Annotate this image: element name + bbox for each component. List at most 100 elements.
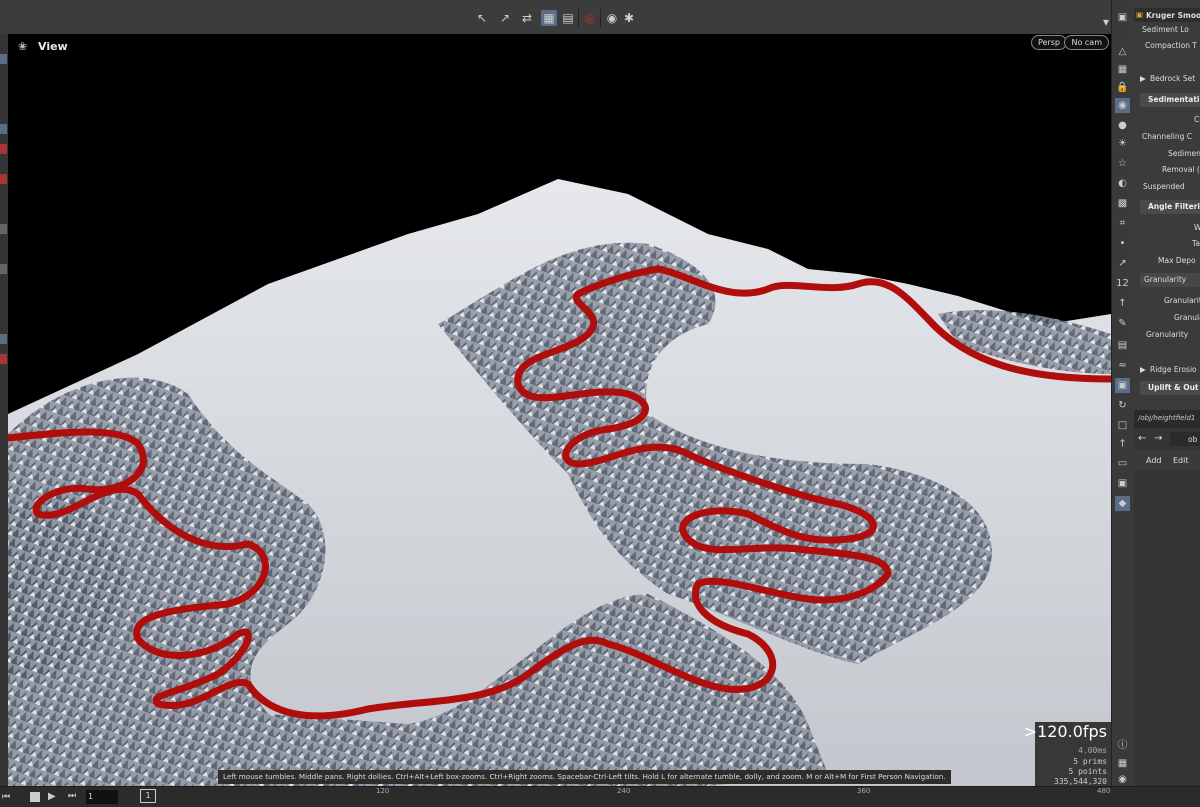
tool-icon[interactable] (0, 174, 7, 184)
image-icon[interactable]: □ (1115, 418, 1130, 433)
select-icon[interactable]: ↖ (474, 10, 490, 26)
end-icon[interactable]: ⏭ (68, 791, 76, 801)
eye-icon[interactable]: ◉ (1115, 772, 1130, 787)
path-field-text: ob (1188, 435, 1198, 444)
texture-icon[interactable]: ▩ (1115, 196, 1130, 211)
network-menu: Add Edit (1134, 450, 1200, 470)
network-nav: ← → ob (1134, 428, 1200, 450)
tab-granularity[interactable]: Granularity (1140, 273, 1200, 287)
lock-icon[interactable]: 🔒 (1115, 80, 1130, 95)
number-icon[interactable]: 12 (1115, 276, 1130, 291)
network-editor[interactable] (1134, 470, 1200, 786)
param-label: Granula (1174, 313, 1200, 322)
point-count: 5 points (1068, 767, 1107, 776)
chevron-right-icon: ▶ (1140, 365, 1146, 374)
brush-icon[interactable]: ✎ (1115, 316, 1130, 331)
snap-icon[interactable]: ▦ (541, 10, 557, 26)
node-icon: ▣ (1136, 10, 1144, 19)
fps-value: >120.0fps (1023, 722, 1107, 741)
performance-readout: >120.0fps 4.00ms 5 prims 5 points 335,54… (1024, 722, 1111, 786)
param-label: Sediment (1168, 149, 1200, 158)
param-label: Sediment Lo (1142, 25, 1189, 34)
settings-icon[interactable]: ✱ (621, 10, 637, 26)
param-label: Granularity (1146, 330, 1189, 339)
section-header[interactable]: Sedimentati (1140, 93, 1200, 107)
dock-icon[interactable]: ▣ (1115, 10, 1130, 25)
camera-icon[interactable]: ◉ (604, 10, 620, 26)
tick-label: 120 (376, 787, 390, 795)
section-header[interactable]: Angle Filteri (1140, 200, 1200, 214)
light-icon[interactable]: ☀ (1115, 136, 1130, 151)
tool-icon[interactable] (0, 54, 7, 64)
viewport-toolbar: ↖ ↗ ⇄ ▦ ▤ ◎ ◉ ✱ ▾ (0, 0, 1115, 35)
background-icon[interactable]: ▣ (1115, 378, 1130, 393)
sphere-icon[interactable]: ● (1115, 118, 1130, 133)
play-icon[interactable]: ▶ (48, 791, 56, 802)
tool-icon[interactable] (0, 334, 7, 344)
back-icon[interactable]: ← (1138, 433, 1146, 444)
wire-icon[interactable]: ⌗ (1115, 216, 1130, 231)
add-menu[interactable]: Add (1146, 456, 1162, 465)
param-label: Cl (1194, 115, 1200, 124)
stop-icon[interactable] (30, 792, 40, 802)
flow-icon[interactable]: ↻ (1115, 398, 1130, 413)
mesh-icon[interactable]: △ (1115, 44, 1130, 59)
tool-icon[interactable] (0, 264, 7, 274)
display-options-strip: ▣ △ ▦ 🔒 ◉ ● ☀ ☆ ◐ ▩ ⌗ • ↗ 12 ↑ ✎ ▤ ≈ ▣ ↻… (1111, 0, 1135, 786)
edit-menu[interactable]: Edit (1173, 456, 1189, 465)
handles-icon[interactable]: ⇄ (519, 10, 535, 26)
path-field[interactable]: ob (1170, 432, 1200, 446)
perspective-menu[interactable]: Persp (1031, 35, 1067, 50)
normal-icon[interactable]: ↑ (1115, 296, 1130, 311)
voxel-count: 335,544,320 voxels (1054, 777, 1107, 786)
3d-viewport[interactable]: ❀ View Persp No cam >120.0fps 4.00ms 5 p… (8, 34, 1111, 786)
timeline[interactable]: ⏮ ▶ ⏭ 1 1 120 240 360 480 (0, 786, 1200, 807)
tick-label: 480 (1097, 787, 1111, 795)
terrain-render (8, 179, 1111, 786)
folder-label[interactable]: Ridge Erosio (1150, 365, 1197, 374)
param-label: Compaction T (1145, 41, 1197, 50)
start-icon[interactable]: ⏮ (2, 792, 10, 802)
param-label: Channeling C (1142, 132, 1193, 141)
param-label: Suspended (1143, 182, 1185, 191)
snapshot-icon[interactable]: ▣ (1115, 476, 1130, 491)
point-icon[interactable]: • (1115, 236, 1130, 251)
current-frame-marker[interactable]: 1 (140, 789, 156, 803)
view-icon[interactable]: ◉ (1115, 98, 1130, 113)
prim-count: 5 prims (1073, 757, 1107, 766)
network-path-bar: /obj/heightfield1 (1134, 410, 1200, 428)
record-icon[interactable]: ◎ (582, 10, 598, 26)
navigation-help: Left mouse tumbles. Middle pans. Right d… (218, 770, 951, 784)
parameter-panel: ▣ Kruger Smoo Sediment Lo Compaction T B… (1134, 0, 1200, 410)
param-label: Ta (1192, 239, 1200, 248)
display-icon[interactable]: ▤ (560, 10, 576, 26)
param-label: Granularit (1164, 296, 1200, 305)
section-header[interactable]: Uplift & Out (1140, 381, 1200, 395)
network-path[interactable]: /obj/heightfield1 (1138, 414, 1195, 422)
grid-icon[interactable]: ▦ (1115, 62, 1130, 77)
transform-icon[interactable]: ↗ (497, 10, 513, 26)
vector-icon[interactable]: ↗ (1115, 256, 1130, 271)
forward-icon[interactable]: → (1154, 433, 1162, 444)
node-title: Kruger Smoo (1146, 11, 1200, 20)
frame-time: 4.00ms (1078, 746, 1107, 755)
node-header: ▣ Kruger Smoo (1134, 8, 1200, 22)
camera-icon[interactable]: ▤ (1115, 338, 1130, 353)
location-icon[interactable]: ◆ (1115, 496, 1130, 511)
frame-field[interactable]: 1 (86, 790, 118, 804)
layout-icon[interactable]: ▦ (1115, 756, 1130, 771)
shading-icon[interactable]: ◐ (1115, 176, 1130, 191)
shelf-icon[interactable]: ▭ (1115, 456, 1130, 471)
tool-icon[interactable] (0, 224, 7, 234)
fog-icon[interactable]: ≈ (1115, 358, 1130, 373)
tool-icon[interactable] (0, 354, 7, 364)
tool-icon[interactable] (0, 124, 7, 134)
pin-icon[interactable]: † (1115, 436, 1130, 451)
tool-icon[interactable] (0, 144, 7, 154)
bulb-icon[interactable]: ☆ (1115, 156, 1130, 171)
param-label: Removal ( (1162, 165, 1200, 174)
tick-label: 360 (857, 787, 871, 795)
camera-menu[interactable]: No cam (1064, 35, 1109, 50)
info-icon[interactable]: ⓘ (1115, 738, 1130, 753)
folder-label[interactable]: Bedrock Set (1150, 74, 1195, 83)
